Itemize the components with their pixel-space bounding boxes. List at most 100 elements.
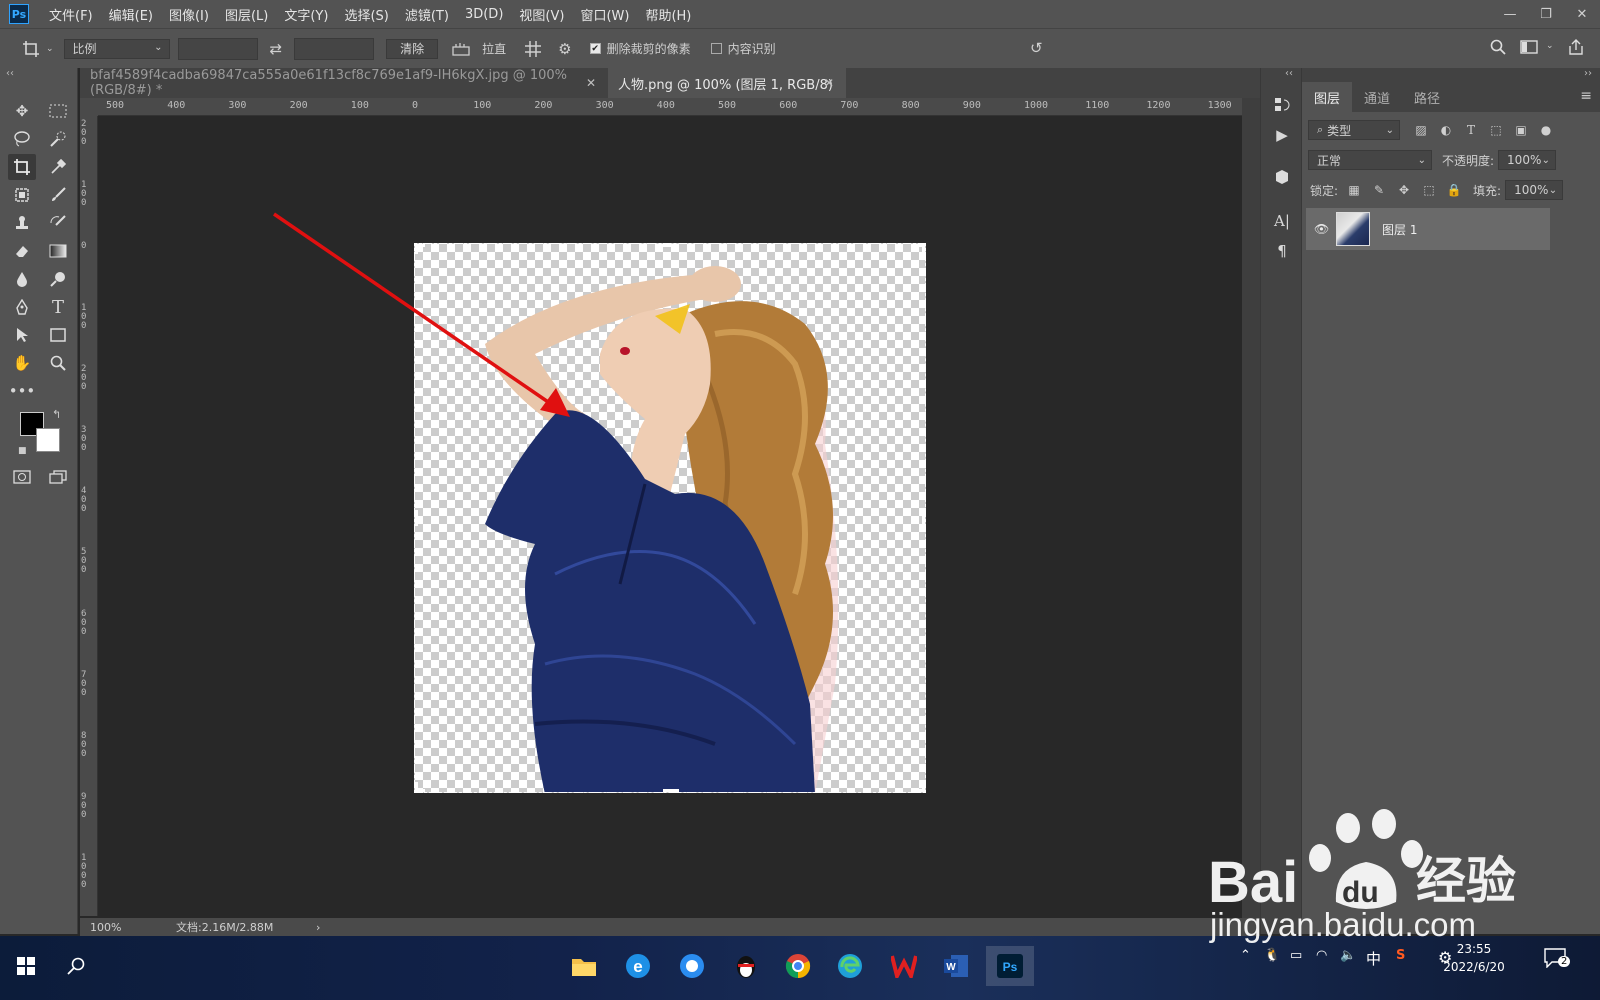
move-tool-icon[interactable]: ✥ <box>8 98 36 124</box>
type-tool-icon[interactable]: T <box>44 294 72 320</box>
menu-help[interactable]: 帮助(H) <box>645 5 691 24</box>
show-hidden-icons[interactable]: ⌃ <box>1240 948 1251 963</box>
ratio-select[interactable]: 比例 ⌄ <box>63 38 170 59</box>
windows-start-icon[interactable] <box>6 946 46 986</box>
smart-object-filter-icon[interactable]: ▣ <box>1512 121 1530 139</box>
menu-type[interactable]: 文字(Y) <box>284 5 328 24</box>
wps-icon[interactable] <box>884 946 924 986</box>
eraser-tool-icon[interactable] <box>8 238 36 264</box>
restore-button[interactable]: ❐ <box>1528 0 1564 28</box>
history-icon[interactable] <box>1271 94 1293 116</box>
straighten-label[interactable]: 拉直 <box>482 40 506 57</box>
search-icon[interactable] <box>1490 39 1506 55</box>
eyedropper-tool-icon[interactable] <box>44 154 72 180</box>
edge-icon[interactable] <box>830 946 870 986</box>
3d-icon[interactable] <box>1271 166 1293 188</box>
file-explorer-icon[interactable] <box>564 946 604 986</box>
notification-icon[interactable]: 2 <box>1544 948 1571 972</box>
ratio-height-input[interactable] <box>294 37 375 60</box>
ime-indicator[interactable]: 中 <box>1366 948 1381 969</box>
qq-penguin-icon[interactable] <box>726 946 766 986</box>
chevron-down-icon[interactable]: ⌄ <box>46 44 54 54</box>
frame-tool-icon[interactable] <box>8 182 36 208</box>
ratio-width-input[interactable] <box>177 37 258 60</box>
zoom-level[interactable]: 100% <box>90 921 170 934</box>
paragraph-icon[interactable]: ¶ <box>1271 240 1293 262</box>
menu-filter[interactable]: 滤镜(T) <box>405 5 449 24</box>
crop-handle-bottom-left[interactable] <box>415 782 425 792</box>
chrome-icon[interactable] <box>778 946 818 986</box>
tab-channels[interactable]: 通道 <box>1352 82 1402 112</box>
tab-jpg-document[interactable]: bfaf4589f4cadba69847ca555a0e61f13cf8c769… <box>80 68 608 98</box>
qq-tray-icon[interactable]: 🐧 <box>1264 948 1280 963</box>
menu-file[interactable]: 文件(F) <box>49 5 93 24</box>
crop-tool-preset-icon[interactable] <box>16 40 46 58</box>
lasso-tool-icon[interactable] <box>8 126 36 152</box>
menu-view[interactable]: 视图(V) <box>519 5 564 24</box>
menu-image[interactable]: 图像(I) <box>169 5 209 24</box>
search-icon[interactable] <box>56 946 96 986</box>
gear-icon[interactable]: ⚙ <box>558 40 571 58</box>
vertical-scrollbar[interactable] <box>1242 98 1260 918</box>
marquee-tool-icon[interactable] <box>44 98 72 124</box>
pixel-filter-icon[interactable]: ▨ <box>1412 121 1430 139</box>
sogou-icon[interactable]: S <box>1396 948 1405 963</box>
share-icon[interactable] <box>1568 39 1584 55</box>
screen-mode-icon[interactable] <box>44 464 72 490</box>
stamp-tool-icon[interactable] <box>8 210 36 236</box>
crop-handle-right[interactable] <box>915 510 925 526</box>
expand-icon[interactable]: ›› <box>1584 68 1592 79</box>
crop-handle-top-right[interactable] <box>915 244 925 254</box>
menu-edit[interactable]: 编辑(E) <box>109 5 153 24</box>
collapse-icon[interactable]: ‹‹ <box>6 68 14 79</box>
lock-all-icon[interactable]: 🔒 <box>1445 181 1463 199</box>
crop-handle-top[interactable] <box>663 244 679 254</box>
crop-handle-left[interactable] <box>415 510 425 526</box>
menu-3d[interactable]: 3D(D) <box>465 7 503 22</box>
word-icon[interactable]: W <box>936 946 976 986</box>
lock-artboard-icon[interactable]: ⬚ <box>1420 181 1438 199</box>
undo-icon[interactable]: ↺ <box>1030 39 1043 57</box>
menu-window[interactable]: 窗口(W) <box>580 5 629 24</box>
chevron-down-icon[interactable]: ⌄ <box>1546 41 1554 51</box>
close-window-button[interactable]: ✕ <box>1564 0 1600 28</box>
layer-filter-select[interactable]: ⌕ 类型 ⌄ <box>1308 120 1400 140</box>
layer-name[interactable]: 图层 1 <box>1382 221 1417 238</box>
path-selection-icon[interactable] <box>8 322 36 348</box>
hand-tool-icon[interactable]: ✋ <box>8 350 36 376</box>
battery-icon[interactable]: ▭ <box>1290 948 1302 963</box>
more-tools-icon[interactable]: ••• <box>8 378 36 404</box>
content-aware-checkbox[interactable] <box>710 43 722 54</box>
lock-pixels-icon[interactable]: ✎ <box>1370 181 1388 199</box>
grid-overlay-icon[interactable] <box>524 40 542 58</box>
fill-input[interactable]: 100% ⌄ <box>1505 180 1564 200</box>
collapse-icon[interactable]: ‹‹ <box>1285 68 1293 79</box>
blur-tool-icon[interactable] <box>8 266 36 292</box>
dodge-tool-icon[interactable] <box>44 266 72 292</box>
panel-menu-icon[interactable]: ≡ <box>1580 88 1592 104</box>
tab-layers[interactable]: 图层 <box>1302 82 1353 112</box>
wifi-icon[interactable]: ◠ <box>1316 948 1327 963</box>
menu-select[interactable]: 选择(S) <box>344 5 388 24</box>
close-icon[interactable]: ✕ <box>824 76 834 90</box>
history-brush-icon[interactable] <box>44 210 72 236</box>
close-icon[interactable]: ✕ <box>586 76 596 90</box>
swap-colors-icon[interactable]: ↰ <box>52 408 61 421</box>
layer-row[interactable]: 👁 图层 1 <box>1306 208 1550 250</box>
type-filter-icon[interactable]: T <box>1462 121 1480 139</box>
menu-layer[interactable]: 图层(L) <box>225 5 268 24</box>
delete-cropped-checkbox[interactable]: ✔ <box>589 43 601 54</box>
qq-browser-icon[interactable] <box>672 946 712 986</box>
clock[interactable]: 23:55 2022/6/20 <box>1424 940 1524 976</box>
clear-button[interactable]: 清除 <box>386 38 439 59</box>
default-colors-icon[interactable]: ■ <box>18 446 27 456</box>
swap-icon[interactable]: ⇄ <box>270 40 283 58</box>
lock-transparency-icon[interactable]: ▦ <box>1345 181 1363 199</box>
eye-icon[interactable]: 👁 <box>1314 222 1329 236</box>
play-actions-icon[interactable]: ▶ <box>1271 124 1293 146</box>
status-menu-arrow[interactable]: › <box>316 921 320 934</box>
tab-person-png[interactable]: 人物.png @ 100% (图层 1, RGB/8) ✕ <box>608 68 846 98</box>
tab-paths[interactable]: 路径 <box>1402 82 1452 112</box>
minimize-button[interactable]: — <box>1492 0 1528 28</box>
shape-filter-icon[interactable]: ⬚ <box>1487 121 1505 139</box>
